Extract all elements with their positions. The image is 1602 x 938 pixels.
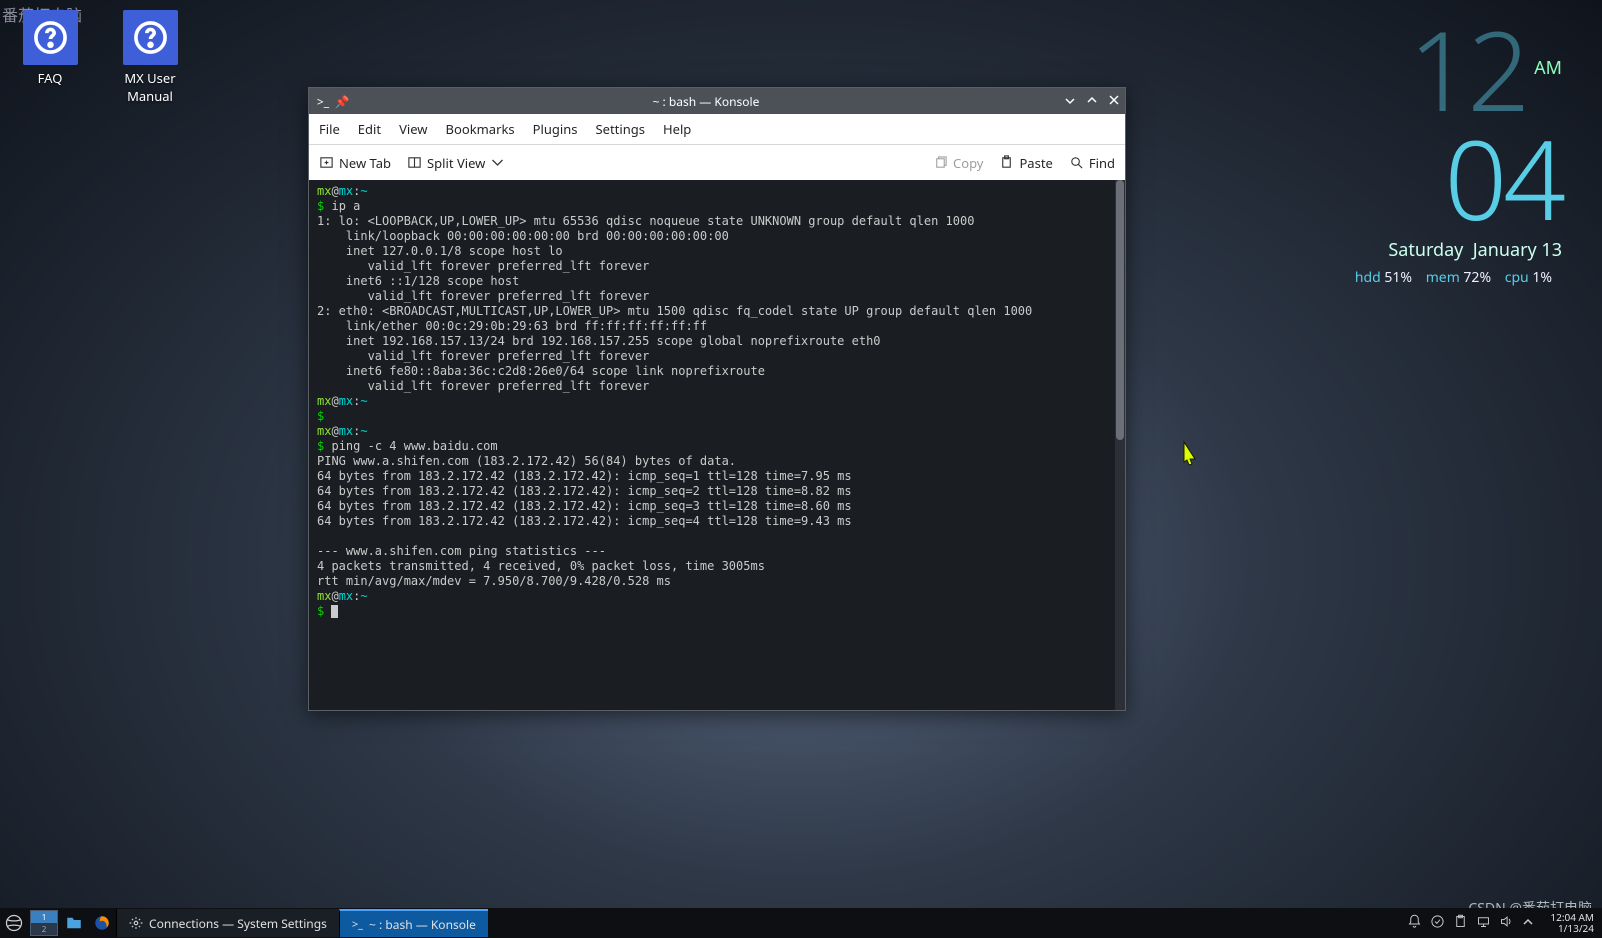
taskbar-file-manager-icon[interactable] xyxy=(60,909,88,937)
menu-view[interactable]: View xyxy=(399,120,427,138)
taskbar-task-konsole[interactable]: >_ ~ : bash — Konsole xyxy=(339,909,488,937)
clock-stats: hdd 51% mem 72% cpu 1% xyxy=(1355,268,1562,287)
taskbar-clock[interactable]: 12:04 AM 1/13/24 xyxy=(1542,912,1602,934)
menu-file[interactable]: File xyxy=(319,120,340,138)
terminal-cursor xyxy=(331,605,338,618)
toolbar: New Tab Split View Copy Paste Find xyxy=(309,144,1125,180)
close-button[interactable] xyxy=(1103,93,1125,110)
scrollbar[interactable] xyxy=(1115,180,1125,710)
taskbar-task-label: Connections — System Settings xyxy=(149,915,327,932)
window-title: ~ : bash — Konsole xyxy=(353,93,1059,110)
virtual-desktop-pager[interactable]: 12 xyxy=(30,910,58,936)
split-view-button[interactable]: Split View xyxy=(407,154,505,172)
minimize-button[interactable] xyxy=(1059,93,1081,110)
clipboard-icon[interactable] xyxy=(1453,914,1468,933)
terminal-icon: >_ xyxy=(309,93,331,110)
desktop-icon-manual[interactable]: MX User Manual xyxy=(100,10,200,105)
maximize-button[interactable] xyxy=(1081,93,1103,110)
updates-icon[interactable] xyxy=(1430,914,1445,933)
notifications-icon[interactable] xyxy=(1407,914,1422,933)
menu-help[interactable]: Help xyxy=(663,120,691,138)
desktop-icon-label: MX User Manual xyxy=(124,69,175,105)
desktop-clock-widget: 12 AM 04 Saturday January 13 hdd 51% mem… xyxy=(1355,40,1562,287)
taskbar-firefox-icon[interactable] xyxy=(88,909,116,937)
chevron-down-icon xyxy=(490,155,505,170)
terminal-icon: >_ xyxy=(352,917,363,932)
pin-icon[interactable]: 📌 xyxy=(331,93,353,110)
scrollbar-thumb[interactable] xyxy=(1116,180,1124,440)
menu-plugins[interactable]: Plugins xyxy=(533,120,578,138)
window-titlebar[interactable]: >_ 📌 ~ : bash — Konsole xyxy=(309,88,1125,114)
system-tray xyxy=(1399,914,1542,933)
desktop-icon-faq[interactable]: FAQ xyxy=(0,10,100,87)
taskbar-task-label: ~ : bash — Konsole xyxy=(369,916,476,933)
menu-bookmarks[interactable]: Bookmarks xyxy=(446,120,515,138)
paste-button[interactable]: Paste xyxy=(999,154,1052,172)
question-icon xyxy=(23,10,78,65)
find-button[interactable]: Find xyxy=(1069,154,1115,172)
menubar: File Edit View Bookmarks Plugins Setting… xyxy=(309,114,1125,144)
taskbar-task-settings[interactable]: Connections — System Settings xyxy=(116,909,339,937)
volume-icon[interactable] xyxy=(1499,914,1514,933)
new-tab-button[interactable]: New Tab xyxy=(319,154,391,172)
app-launcher-button[interactable] xyxy=(0,909,28,937)
network-icon[interactable] xyxy=(1476,914,1491,933)
clock-ampm: AM xyxy=(1534,56,1562,80)
mouse-cursor-icon xyxy=(1178,440,1202,475)
question-icon xyxy=(123,10,178,65)
settings-icon xyxy=(129,916,143,930)
menu-edit[interactable]: Edit xyxy=(358,120,381,138)
taskbar: 12 Connections — System Settings >_ ~ : … xyxy=(0,908,1602,938)
konsole-window: >_ 📌 ~ : bash — Konsole File Edit View B… xyxy=(308,87,1126,711)
menu-settings[interactable]: Settings xyxy=(596,120,645,138)
tray-expand-icon[interactable] xyxy=(1522,915,1534,932)
desktop-icon-label: FAQ xyxy=(38,69,63,87)
terminal-output[interactable]: mx@mx:~ $ ip a 1: lo: <LOOPBACK,UP,LOWER… xyxy=(309,180,1115,710)
clock-minutes: 04 xyxy=(1355,129,1562,228)
copy-button: Copy xyxy=(933,154,983,172)
